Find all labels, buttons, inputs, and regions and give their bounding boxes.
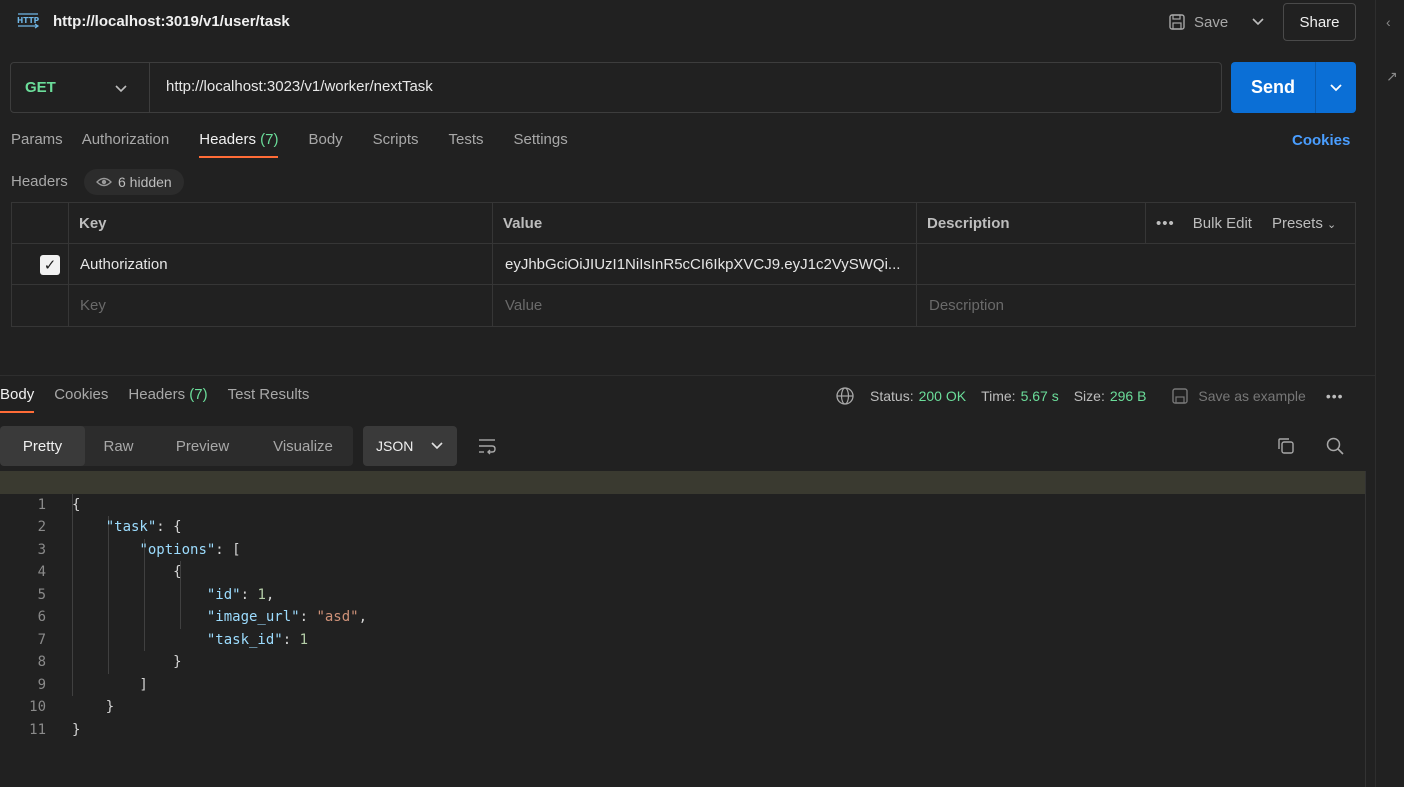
cookies-link[interactable]: Cookies [1292,132,1350,149]
copy-icon[interactable] [1276,436,1296,456]
tab-response-cookies[interactable]: Cookies [54,386,108,413]
globe-icon[interactable] [835,386,855,406]
tab-visualize[interactable]: Visualize [253,426,353,466]
column-description: Description [917,203,1146,244]
code-line: 1{ [0,471,1366,513]
chevron-down-icon: ⌄ [1327,219,1337,231]
pane-divider[interactable] [0,375,1375,376]
table-row-empty: Key Value Description [12,285,1355,326]
save-icon [1172,388,1189,404]
time-value[interactable]: 5.67 s [1021,388,1059,404]
code-line: 3 "options": [ [37,541,241,558]
url-separator [149,63,150,112]
more-options-icon[interactable]: ••• [1156,215,1175,232]
size-value[interactable]: 296 B [1110,388,1147,404]
code-line: 6 "image_url": "asd", [37,609,368,625]
header-enabled-checkbox[interactable]: ✓ [40,254,60,275]
response-body-viewer[interactable]: 1{ 2 "task": { 3 "options": [ 4 { 5 "id"… [0,471,1366,738]
language-select[interactable]: JSON [363,426,457,466]
url-bar: GET http://localhost:3023/v1/worker/next… [10,62,1222,113]
response-tabs: Body Cookies Headers (7) Test Results [0,386,309,413]
presets-button[interactable]: Presets ⌄ [1272,215,1336,232]
new-description-input[interactable]: Description [917,285,1355,326]
tab-body[interactable]: Body [308,131,342,158]
tab-headers[interactable]: Headers (7) [199,131,279,158]
tab-settings[interactable]: Settings [514,131,568,158]
save-button[interactable]: Save [1168,8,1228,36]
request-tabs: Params Authorization Headers (7) Body Sc… [11,131,568,158]
more-options-icon[interactable]: ••• [1326,388,1344,404]
hidden-headers-toggle[interactable]: 6 hidden [84,169,184,195]
tab-raw[interactable]: Raw [85,426,152,466]
share-button[interactable]: Share [1283,3,1356,41]
tab-tests[interactable]: Tests [449,131,484,158]
headers-table: Key Value Description ••• Bulk Edit Pres… [11,202,1356,327]
send-button[interactable]: Send [1231,62,1315,113]
response-status-bar: Status: 200 OK Time: 5.67 s Size: 296 B … [835,386,1344,406]
svg-text:HTTP: HTTP [17,16,40,25]
code-line: 8 } [37,654,182,670]
method-chevron-down-icon[interactable] [115,80,127,97]
tab-preview[interactable]: Preview [152,426,253,466]
tab-scripts[interactable]: Scripts [373,131,419,158]
column-key: Key [69,203,493,244]
new-value-input[interactable]: Value [493,285,917,326]
tab-response-headers[interactable]: Headers (7) [128,386,207,413]
body-format-tabs: Pretty Raw Preview Visualize [0,426,353,466]
header-key-cell[interactable]: Authorization [69,244,493,285]
scrollbar-track[interactable] [1365,471,1366,787]
code-line: 9 ] [37,676,148,693]
header-value-cell[interactable]: eyJhbGciOiJIUzI1NiIsInR5cCI6IkpXVCJ9.eyJ… [493,244,917,285]
tab-test-results[interactable]: Test Results [228,386,310,413]
send-options-chevron-icon[interactable] [1315,62,1356,113]
new-key-input[interactable]: Key [69,285,493,326]
request-title[interactable]: http://localhost:3019/v1/user/task [53,13,290,30]
code-line: 2 "task": { [37,519,182,535]
wrap-lines-icon[interactable] [477,436,497,456]
eye-icon [96,177,112,187]
save-label: Save [1194,13,1229,31]
tab-authorization[interactable]: Authorization [82,131,170,158]
save-as-example-button[interactable]: Save as example [1171,387,1306,405]
bulk-edit-button[interactable]: Bulk Edit [1193,215,1252,232]
url-input[interactable]: http://localhost:3023/v1/worker/nextTask [166,78,433,95]
expand-icon[interactable]: ↗ [1386,68,1398,85]
save-icon [1169,14,1185,30]
header-description-cell[interactable] [917,244,1355,285]
chevron-down-icon [431,442,443,450]
code-line: 4 { [37,564,182,580]
method-selector[interactable]: GET [25,79,56,96]
tab-pretty[interactable]: Pretty [0,426,85,466]
headers-section-label: Headers [11,173,68,190]
code-line: 11} [29,721,81,738]
table-header-row: Key Value Description ••• Bulk Edit Pres… [12,203,1355,244]
save-options-chevron-icon[interactable] [1245,8,1271,36]
code-line: 5 "id": 1, [37,586,275,603]
tab-params[interactable]: Params [11,131,63,158]
code-line: 7 "task_id": 1 [37,631,309,648]
table-row: ✓ Authorization eyJhbGciOiJIUzI1NiIsInR5… [12,244,1355,285]
http-icon: HTTP [17,13,40,29]
column-value: Value [493,203,917,244]
right-sidebar-rail: ‹ ↗ [1375,0,1404,787]
search-icon[interactable] [1325,436,1345,456]
code-line: 10 } [29,699,115,715]
tab-response-body[interactable]: Body [0,386,35,413]
collapse-left-icon[interactable]: ‹ [1386,14,1391,30]
status-value[interactable]: 200 OK [919,388,966,404]
